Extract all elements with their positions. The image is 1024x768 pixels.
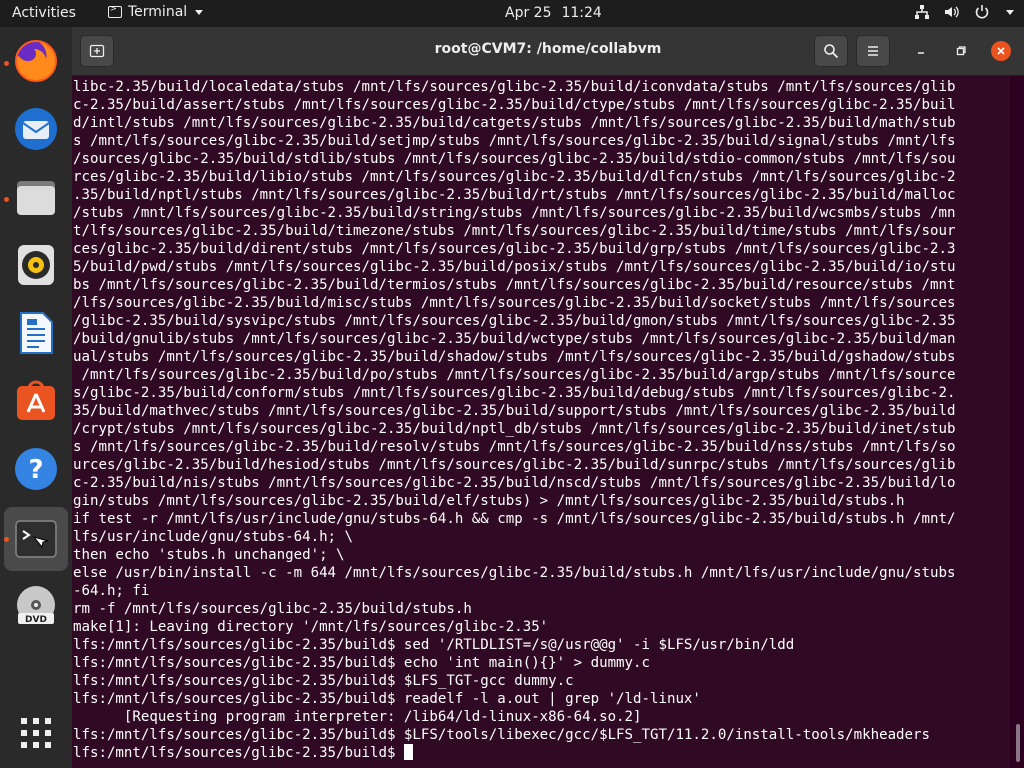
header-bar: root@CVM7: /home/collabvm — [72, 27, 1024, 76]
chevron-down-icon — [1006, 9, 1014, 15]
text-cursor — [403, 744, 413, 760]
thunderbird-icon[interactable] — [12, 105, 60, 153]
running-indicator — [4, 197, 9, 202]
terminal-line: 35/build/mathvec/stubs /mnt/lfs/sources/… — [73, 403, 956, 419]
terminal-line: s/glibc-2.35/build/conform/stubs /mnt/lf… — [73, 385, 956, 401]
terminal-line: lfs:/mnt/lfs/sources/glibc-2.35/build$ r… — [73, 691, 701, 707]
dvd-icon[interactable]: DVD — [12, 583, 60, 631]
svg-text:DVD: DVD — [25, 615, 47, 625]
terminal-line: then echo 'stubs.h unchanged'; \ — [73, 547, 345, 563]
terminal-line: libc-2.35/build/localedata/stubs /mnt/lf… — [73, 79, 956, 95]
volume-icon[interactable] — [944, 4, 960, 20]
minimize-button[interactable] — [911, 41, 931, 61]
terminal-line: else /usr/bin/install -c -m 644 /mnt/lfs… — [73, 565, 956, 581]
terminal-line: d/intl/stubs /mnt/lfs/sources/glibc-2.35… — [73, 115, 956, 131]
close-icon — [997, 47, 1005, 55]
help-icon[interactable]: ? — [12, 445, 60, 493]
terminal-line: /lfs/sources/glibc-2.35/build/misc/stubs… — [73, 295, 956, 311]
terminal-line: s /mnt/lfs/sources/glibc-2.35/build/reso… — [73, 439, 956, 455]
chevron-down-icon — [195, 9, 204, 15]
app-menu[interactable]: Terminal — [108, 4, 204, 20]
minimize-icon — [918, 52, 924, 54]
prompt-line[interactable]: lfs:/mnt/lfs/sources/glibc-2.35/build$ — [73, 744, 1010, 762]
terminal-line: -64.h; fi — [73, 583, 150, 599]
terminal-line: bs /mnt/lfs/sources/glibc-2.35/build/ter… — [73, 277, 956, 293]
terminal-line: if test -r /mnt/lfs/usr/include/gnu/stub… — [73, 511, 956, 527]
menu-button[interactable] — [856, 35, 890, 67]
running-indicator — [4, 537, 9, 542]
terminal-line: /sources/glibc-2.35/build/stdlib/stubs /… — [73, 151, 956, 167]
terminal-line: c-2.35/build/assert/stubs /mnt/lfs/sourc… — [73, 97, 956, 113]
search-button[interactable] — [814, 35, 848, 67]
terminal-output[interactable]: libc-2.35/build/localedata/stubs /mnt/lf… — [72, 76, 1010, 768]
dock: ? DVD — [0, 27, 72, 768]
terminal-line: 5/build/pwd/stubs /mnt/lfs/sources/glibc… — [73, 259, 956, 275]
network-icon[interactable] — [914, 4, 930, 20]
app-center-icon[interactable] — [12, 377, 60, 425]
terminal-line: ces/glibc-2.35/build/dirent/stubs /mnt/l… — [73, 241, 956, 257]
libreoffice-writer-icon[interactable] — [12, 309, 60, 357]
hamburger-icon — [868, 46, 878, 56]
terminal-line: /crypt/stubs /mnt/lfs/sources/glibc-2.35… — [73, 421, 956, 437]
activities-button[interactable]: Activities — [12, 5, 76, 21]
search-icon — [824, 44, 839, 59]
terminal-line: t/lfs/sources/glibc-2.35/build/timezone/… — [73, 223, 956, 239]
terminal-line: /build/gnulib/stubs /mnt/lfs/sources/gli… — [73, 331, 956, 347]
terminal-line: [Requesting program interpreter: /lib64/… — [73, 709, 642, 725]
terminal-line: /glibc-2.35/build/sysvipc/stubs /mnt/lfs… — [73, 313, 956, 329]
terminal-line: lfs:/mnt/lfs/sources/glibc-2.35/build$ e… — [73, 655, 650, 671]
close-button[interactable] — [991, 41, 1011, 61]
rhythmbox-icon[interactable] — [12, 241, 60, 289]
restore-icon — [956, 46, 966, 56]
terminal-line: /stubs /mnt/lfs/sources/glibc-2.35/build… — [73, 205, 956, 221]
terminal-line: lfs:/mnt/lfs/sources/glibc-2.35/build$ $… — [73, 727, 931, 743]
clock-time: 11:24 — [561, 5, 602, 21]
system-tray[interactable] — [914, 4, 1014, 20]
terminal-window: root@CVM7: /home/collabvm libc-2.35/buil… — [72, 27, 1024, 768]
clock[interactable]: Apr 25 11:24 — [505, 5, 602, 21]
terminal-line: make[1]: Leaving directory '/mnt/lfs/sou… — [73, 619, 549, 635]
power-icon[interactable] — [974, 4, 990, 20]
terminal-line: .35/build/nptl/stubs /mnt/lfs/sources/gl… — [73, 187, 956, 203]
terminal-line: rces/glibc-2.35/build/libio/stubs /mnt/l… — [73, 169, 956, 185]
terminal-line: urces/glibc-2.35/build/hesiod/stubs /mnt… — [73, 457, 956, 473]
terminal-line: lfs/usr/include/gnu/stubs-64.h; \ — [73, 529, 354, 545]
app-menu-label: Terminal — [128, 4, 188, 20]
terminal-small-icon — [108, 4, 122, 18]
terminal-line: rm -f /mnt/lfs/sources/glibc-2.35/build/… — [73, 601, 472, 617]
running-indicator — [4, 61, 9, 66]
terminal-line: ual/stubs /mnt/lfs/sources/glibc-2.35/bu… — [73, 349, 956, 365]
terminal-line: gin/stubs /mnt/lfs/sources/glibc-2.35/bu… — [73, 493, 905, 509]
terminal-line: s /mnt/lfs/sources/glibc-2.35/build/setj… — [73, 133, 956, 149]
terminal-icon[interactable] — [12, 515, 60, 563]
firefox-icon[interactable] — [12, 37, 60, 85]
terminal-line: lfs:/mnt/lfs/sources/glibc-2.35/build$ s… — [73, 637, 795, 653]
files-icon[interactable] — [12, 173, 60, 221]
scrollbar[interactable] — [1016, 724, 1020, 762]
terminal-line: c-2.35/build/nis/stubs /mnt/lfs/sources/… — [73, 475, 956, 491]
prompt: lfs:/mnt/lfs/sources/glibc-2.35/build$ — [73, 745, 404, 761]
svg-text:?: ? — [28, 455, 43, 485]
top-bar: Activities Terminal Apr 25 11:24 — [0, 0, 1024, 27]
terminal-line: lfs:/mnt/lfs/sources/glibc-2.35/build$ $… — [73, 673, 574, 689]
maximize-button[interactable] — [951, 41, 971, 61]
clock-date: Apr 25 — [505, 5, 552, 21]
show-apps-icon[interactable] — [12, 709, 60, 757]
terminal-line: /mnt/lfs/sources/glibc-2.35/build/po/stu… — [73, 367, 956, 383]
